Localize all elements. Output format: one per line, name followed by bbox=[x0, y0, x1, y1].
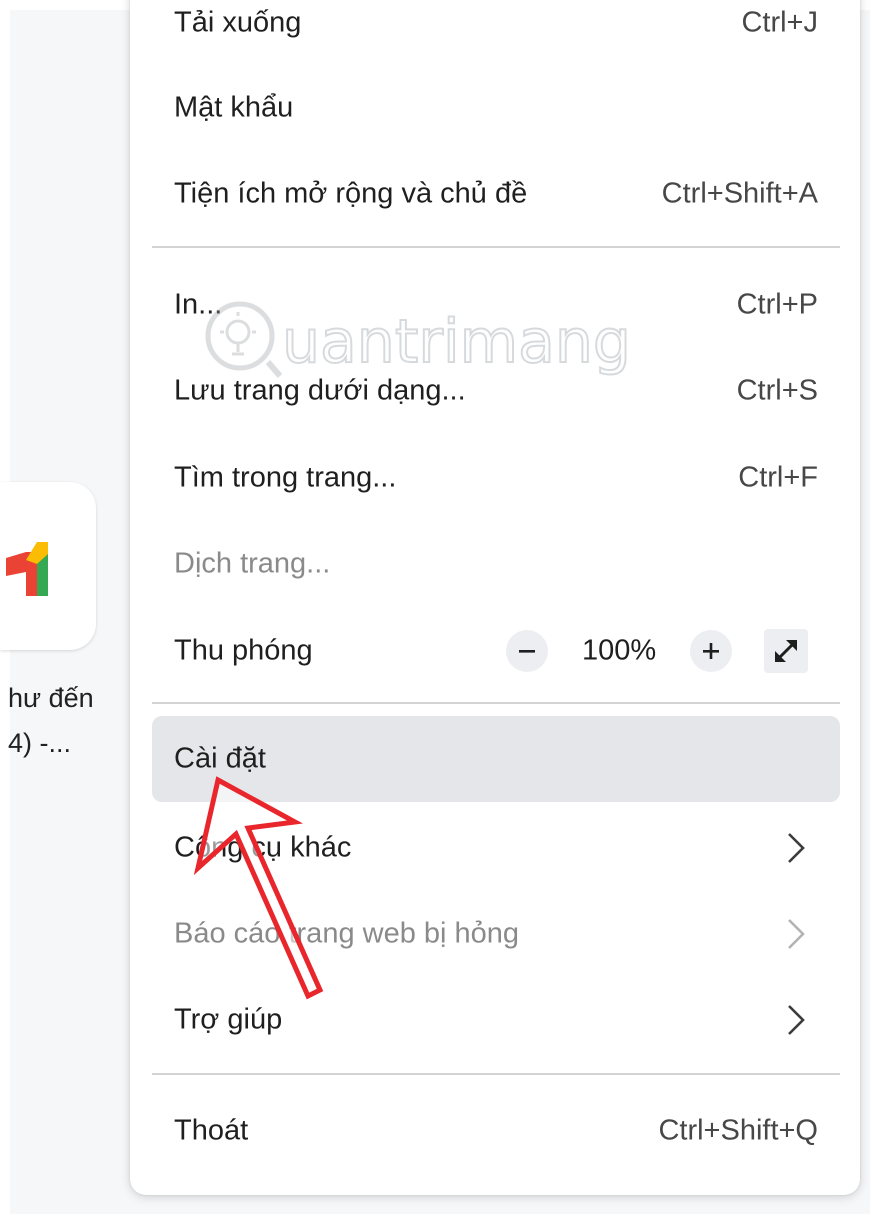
menu-item-report-broken-site: Báo cáo trang web bị hỏng bbox=[152, 891, 840, 977]
gmail-icon bbox=[6, 542, 48, 596]
menu-item-settings[interactable]: Cài đặt bbox=[152, 716, 840, 802]
shortcut-caption-line1: hư đến bbox=[8, 683, 94, 713]
save-page-shortcut: Ctrl+S bbox=[736, 374, 818, 407]
minus-icon bbox=[519, 650, 535, 653]
help-label: Trợ giúp bbox=[174, 1003, 283, 1036]
zoom-in-button[interactable] bbox=[690, 630, 732, 672]
more-tools-label: Công cụ khác bbox=[174, 831, 352, 864]
shortcut-caption-line2: 4) -... bbox=[8, 728, 72, 758]
menu-item-passwords[interactable]: Mật khẩu bbox=[152, 65, 840, 151]
save-page-label: Lưu trang dưới dạng... bbox=[174, 374, 466, 407]
settings-label: Cài đặt bbox=[174, 742, 266, 775]
menu-divider bbox=[152, 246, 840, 248]
chevron-right-icon bbox=[788, 1005, 805, 1035]
find-label: Tìm trong trang... bbox=[174, 461, 397, 494]
fullscreen-button[interactable] bbox=[764, 629, 808, 673]
fullscreen-icon bbox=[774, 639, 798, 663]
zoom-label: Thu phóng bbox=[174, 634, 313, 667]
plus-icon bbox=[703, 643, 719, 659]
menu-divider bbox=[152, 1073, 840, 1075]
menu-item-exit[interactable]: Thoát Ctrl+Shift+Q bbox=[152, 1088, 840, 1174]
extensions-label: Tiện ích mở rộng và chủ đề bbox=[174, 177, 528, 210]
chevron-right-icon bbox=[788, 833, 805, 863]
print-shortcut: Ctrl+P bbox=[736, 288, 818, 321]
menu-item-downloads[interactable]: Tải xuống Ctrl+J bbox=[152, 0, 840, 66]
menu-item-find[interactable]: Tìm trong trang... Ctrl+F bbox=[152, 435, 840, 521]
exit-label: Thoát bbox=[174, 1114, 249, 1147]
menu-item-translate: Dịch trang... bbox=[152, 521, 840, 607]
menu-divider bbox=[152, 702, 840, 704]
print-label: In... bbox=[174, 288, 223, 321]
downloads-shortcut: Ctrl+J bbox=[741, 6, 818, 39]
zoom-level: 100% bbox=[582, 634, 657, 667]
exit-shortcut: Ctrl+Shift+Q bbox=[658, 1114, 818, 1147]
translate-label: Dịch trang... bbox=[174, 547, 331, 580]
menu-item-zoom: Thu phóng 100% bbox=[152, 608, 840, 694]
zoom-out-button[interactable] bbox=[506, 630, 548, 672]
extensions-shortcut: Ctrl+Shift+A bbox=[661, 177, 818, 210]
downloads-label: Tải xuống bbox=[174, 6, 302, 39]
menu-item-help[interactable]: Trợ giúp bbox=[152, 977, 840, 1063]
report-broken-site-label: Báo cáo trang web bị hỏng bbox=[174, 917, 520, 950]
menu-item-extensions[interactable]: Tiện ích mở rộng và chủ đề Ctrl+Shift+A bbox=[152, 151, 840, 237]
menu-item-print[interactable]: In... Ctrl+P bbox=[152, 262, 840, 348]
menu-item-save-page[interactable]: Lưu trang dưới dạng... Ctrl+S bbox=[152, 348, 840, 434]
passwords-label: Mật khẩu bbox=[174, 91, 294, 124]
find-shortcut: Ctrl+F bbox=[738, 461, 818, 494]
chevron-right-icon bbox=[788, 919, 805, 949]
menu-item-more-tools[interactable]: Công cụ khác bbox=[152, 805, 840, 891]
